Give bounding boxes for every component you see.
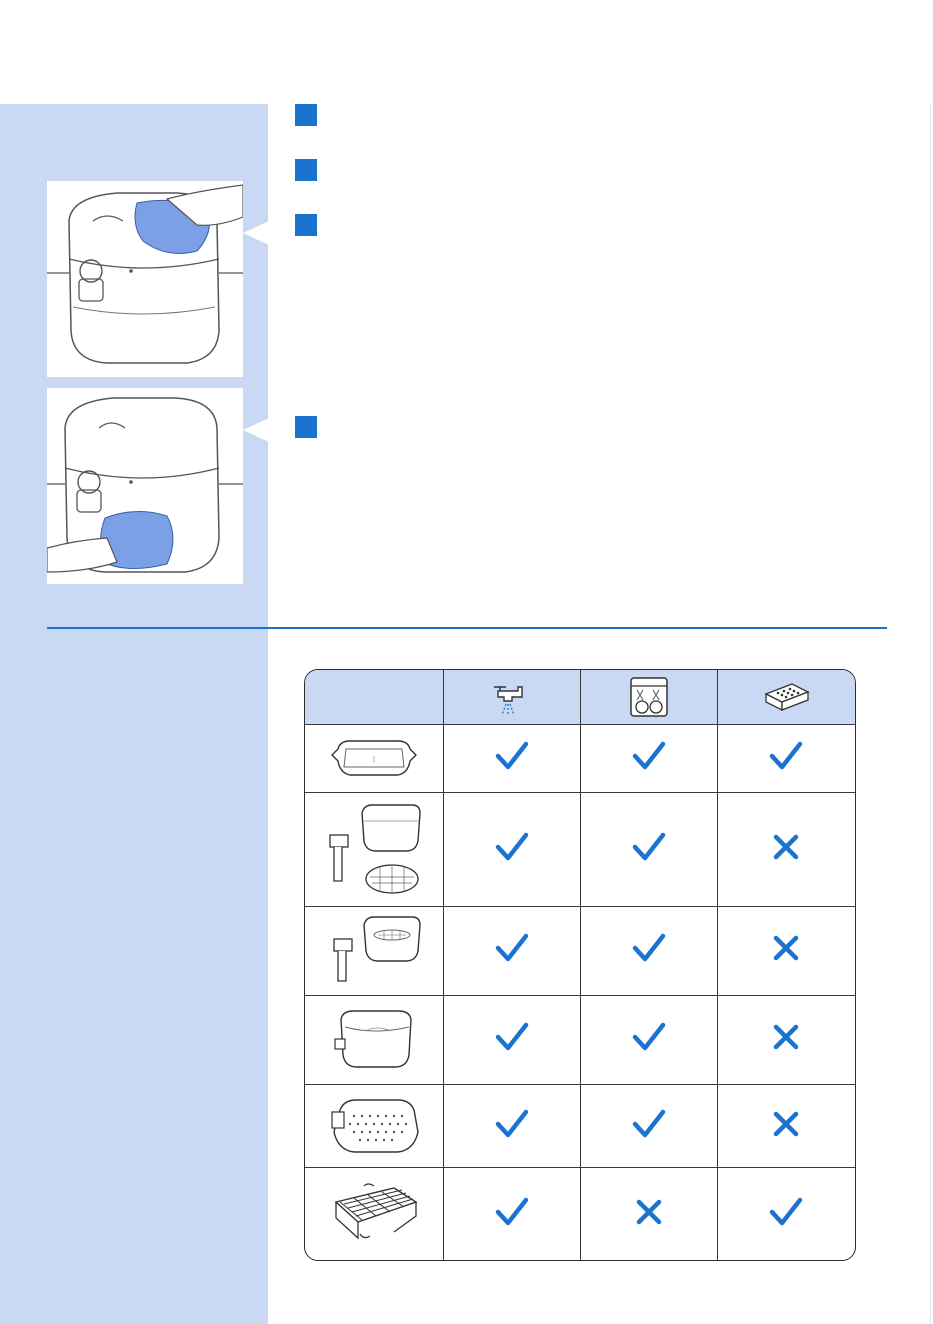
airfryer-wipe-top-illustration xyxy=(47,181,243,377)
sponge-column-header xyxy=(717,670,855,725)
sponge-icon xyxy=(764,683,810,712)
check-icon xyxy=(495,1022,529,1057)
sponge-cell xyxy=(717,792,855,907)
check-icon xyxy=(495,933,529,968)
table-row xyxy=(305,906,855,996)
part-cell xyxy=(305,1167,444,1260)
lid-icon: | xyxy=(326,735,422,783)
airfryer-wipe-inside-illustration xyxy=(47,388,243,584)
cross-icon xyxy=(773,935,799,966)
check-icon xyxy=(769,741,803,776)
drawer-basket-icon xyxy=(329,1009,419,1071)
sponge-cell xyxy=(717,1168,855,1260)
part-cell xyxy=(305,906,444,996)
step-3-marker: 3 xyxy=(295,214,317,236)
check-icon xyxy=(632,741,666,776)
dishwasher-cell xyxy=(580,724,718,794)
table-row xyxy=(305,1084,855,1169)
callout-pointer xyxy=(243,418,269,442)
tap-water-cell xyxy=(443,906,581,996)
check-icon xyxy=(632,933,666,968)
tap-water-column-header xyxy=(443,670,581,725)
dishwasher-cell xyxy=(580,906,718,996)
sponge-cell xyxy=(717,906,855,996)
check-icon xyxy=(495,1197,529,1232)
tap-water-icon xyxy=(493,686,523,716)
step-4-marker: 4 xyxy=(295,416,317,438)
dishwasher-cell xyxy=(580,995,718,1086)
table-row xyxy=(305,995,855,1086)
dishwasher-cell xyxy=(580,792,718,907)
part-cell: | xyxy=(305,724,444,794)
check-icon xyxy=(495,832,529,867)
part-cell xyxy=(305,792,444,907)
page-edge-rule xyxy=(930,104,931,1324)
tap-water-cell xyxy=(443,1167,581,1260)
basket-with-handle-icon xyxy=(324,915,424,987)
cleaning-table: | xyxy=(304,669,856,1261)
svg-text:|: | xyxy=(373,756,375,763)
tap-water-cell xyxy=(443,1084,581,1169)
table-row xyxy=(305,1167,855,1260)
tap-water-cell xyxy=(443,724,581,794)
part-column-header xyxy=(305,670,444,725)
check-icon xyxy=(769,1197,803,1232)
tap-water-cell xyxy=(443,792,581,907)
cross-icon xyxy=(773,1024,799,1055)
cross-icon xyxy=(636,1199,662,1230)
dishwasher-column-header xyxy=(580,670,718,725)
mesh-insert-icon xyxy=(324,1096,424,1156)
cross-icon xyxy=(773,834,799,865)
grill-rack-icon xyxy=(324,1182,424,1246)
check-icon xyxy=(632,1022,666,1057)
dishwasher-cell xyxy=(580,1167,718,1260)
dishwasher-cell xyxy=(580,1084,718,1169)
table-row xyxy=(305,792,855,907)
step-2-marker: 2 xyxy=(295,159,317,181)
callout-pointer xyxy=(243,221,269,245)
check-icon xyxy=(632,832,666,867)
check-icon xyxy=(495,1109,529,1144)
sponge-cell xyxy=(717,724,855,794)
step-1-marker: 1 xyxy=(295,104,317,126)
section-divider xyxy=(47,627,887,629)
tap-water-cell xyxy=(443,995,581,1086)
table-row: | xyxy=(305,724,855,794)
check-icon xyxy=(495,741,529,776)
part-cell xyxy=(305,995,444,1086)
check-icon xyxy=(632,1109,666,1144)
table-header-row xyxy=(305,670,855,725)
part-cell xyxy=(305,1084,444,1169)
dishwasher-icon xyxy=(629,677,668,717)
sponge-cell xyxy=(717,1084,855,1169)
sponge-cell xyxy=(717,995,855,1086)
basket-with-handle-and-mesh-icon xyxy=(324,801,424,897)
cross-icon xyxy=(773,1111,799,1142)
